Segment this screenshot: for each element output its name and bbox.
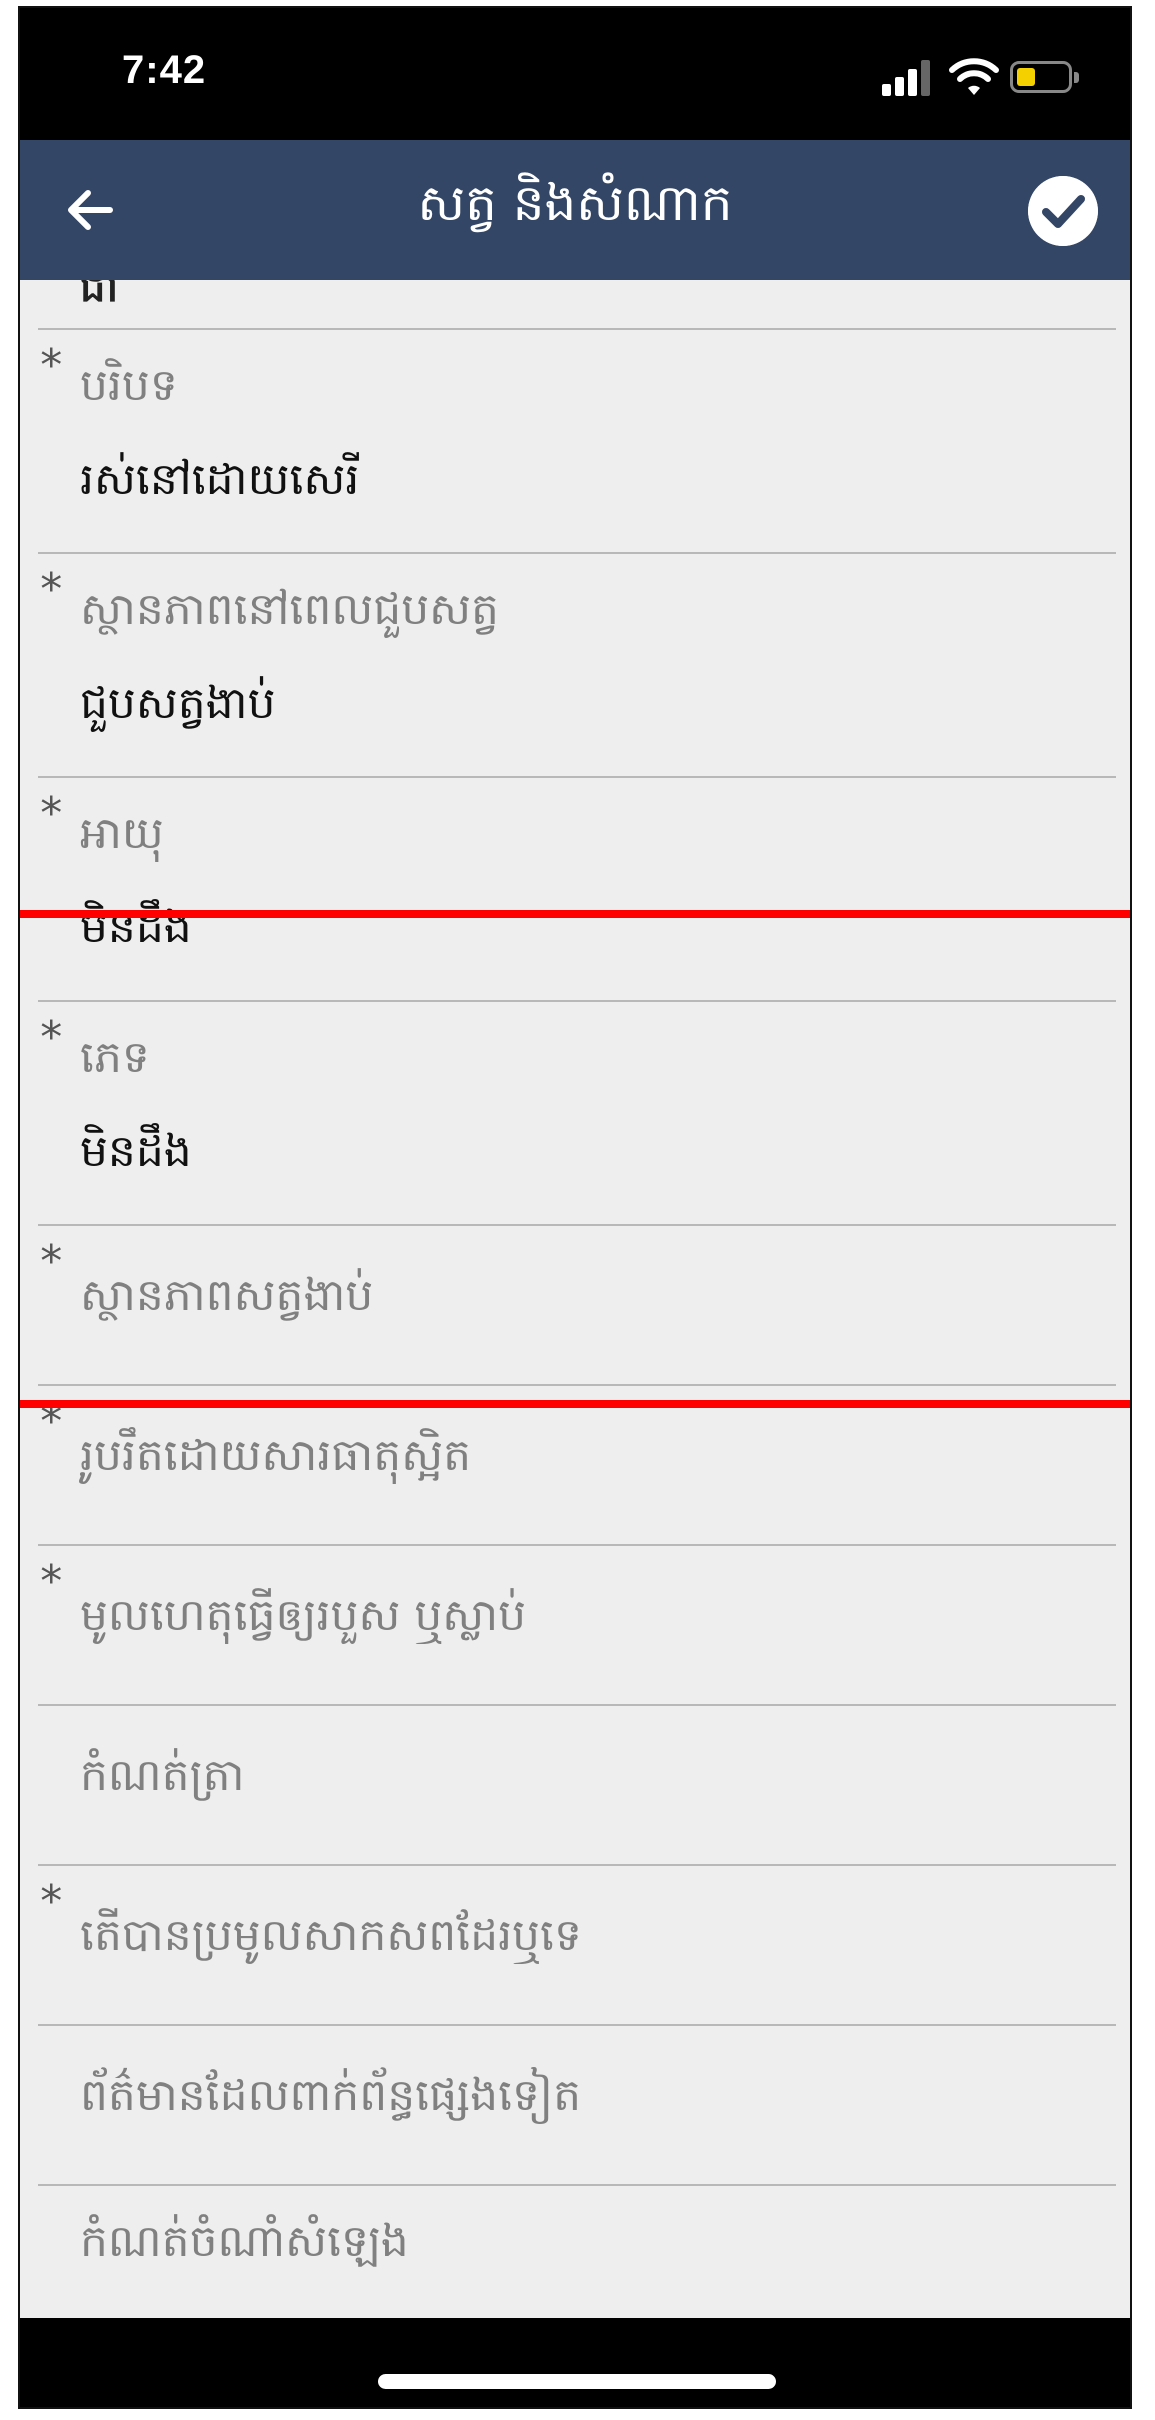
cellular-signal-icon (882, 60, 932, 96)
field-carcass-collected[interactable]: * តើបានប្រមូលសាកសពដែរឬទេ (38, 1864, 1116, 2026)
field-label: កំណត់ត្រា (80, 1750, 245, 1801)
field-value: មិនដឹង (80, 1126, 192, 1177)
field-label: រូបរឹតដោយសារធាតុស្អិត (80, 1430, 472, 1481)
required-asterisk: * (38, 1236, 65, 1287)
home-indicator[interactable] (378, 2374, 776, 2389)
field-voice-note[interactable]: កំណត់ចំណាំសំឡេង (38, 2184, 1116, 2322)
field-value: រស់នៅដោយសេរី (80, 454, 360, 505)
field-value: ជួបសត្វងាប់ (80, 678, 276, 729)
field-age[interactable]: * អាយុ មិនដឹង (38, 776, 1116, 1002)
field-label: មូលហេតុធ្វើឲ្យរបួស ឬស្លាប់ (80, 1590, 527, 1641)
wifi-icon (949, 58, 999, 95)
battery-low-icon (1010, 61, 1079, 93)
partial-field-value: ជា (80, 280, 119, 311)
page-title: សត្វ និងសំណាក (417, 174, 733, 232)
field-entangled-sticky-substance[interactable]: * រូបរឹតដោយសារធាតុស្អិត (38, 1384, 1116, 1546)
form-scroll-area[interactable]: ជា * បរិបទ រស់នៅដោយសេរី * ស្ថានភាពនៅពេលជ… (20, 280, 1130, 2322)
status-bar: 7:42 (20, 8, 1130, 140)
required-asterisk: * (38, 1012, 65, 1063)
field-label: បរិបទ (80, 360, 178, 411)
field-context[interactable]: * បរិបទ រស់នៅដោយសេរី (38, 328, 1116, 554)
field-label: ស្ថានភាពសត្វងាប់ (80, 1270, 374, 1321)
required-asterisk: * (38, 1876, 65, 1927)
field-label: អាយុ (80, 808, 164, 859)
field-sex[interactable]: * ភេទ មិនដឹង (38, 1000, 1116, 1226)
field-other-related-info[interactable]: ព័ត៌មានដែលពាក់ព័ន្ធផ្សេងទៀត (38, 2024, 1116, 2186)
arrow-left-icon[interactable] (58, 178, 122, 242)
required-asterisk: * (38, 1556, 65, 1607)
field-label: តើបានប្រមូលសាកសពដែរឬទេ (80, 1910, 582, 1961)
field-carcass-condition[interactable]: * ស្ថានភាពសត្វងាប់ (38, 1224, 1116, 1386)
field-encounter-status[interactable]: * ស្ថានភាពនៅពេលជួបសត្វ ជួបសត្វងាប់ (38, 552, 1116, 778)
check-circle-icon[interactable] (1028, 176, 1098, 246)
required-asterisk: * (38, 564, 65, 615)
field-label: ព័ត៌មានដែលពាក់ព័ន្ធផ្សេងទៀត (80, 2070, 582, 2121)
battery-tip (1074, 72, 1079, 83)
required-asterisk: * (38, 340, 65, 391)
field-label: ភេទ (80, 1032, 150, 1083)
home-indicator-area (20, 2318, 1130, 2407)
field-label: ស្ថានភាពនៅពេលជួបសត្វ (80, 584, 499, 635)
required-asterisk: * (38, 788, 65, 839)
required-asterisk: * (38, 1396, 65, 1447)
battery-level (1017, 68, 1035, 86)
field-value: មិនដឹង (80, 902, 192, 953)
phone-frame: 7:42 សត្វ និងសំណាក ជា * បរិបទ រស់នៅដោយសេ… (18, 6, 1132, 2409)
field-label: កំណត់ចំណាំសំឡេង (80, 2216, 409, 2267)
field-cause-of-injury-or-death[interactable]: * មូលហេតុធ្វើឲ្យរបួស ឬស្លាប់ (38, 1544, 1116, 1706)
status-time: 7:42 (122, 48, 207, 92)
field-notes[interactable]: កំណត់ត្រា (38, 1704, 1116, 1866)
app-bar: សត្វ និងសំណាក (20, 140, 1130, 280)
